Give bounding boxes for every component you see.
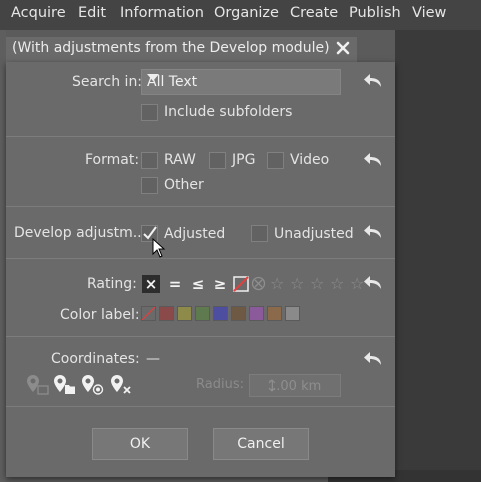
chevron-down-icon <box>147 74 159 82</box>
color-label-label: Color label: <box>60 307 140 323</box>
radius-label: Radius: <box>196 377 244 392</box>
unadjusted-label: Unadjusted <box>274 226 354 242</box>
tab-label: (With adjustments from the Develop modul… <box>12 40 330 56</box>
coordinates-label: Coordinates: <box>51 351 140 367</box>
menu-bar: Acquire Edit Information Organize Create… <box>0 0 481 30</box>
rating-star-icon[interactable]: ☆ <box>290 274 304 293</box>
cancel-button[interactable]: Cancel <box>213 428 309 460</box>
reset-format-icon[interactable] <box>362 150 384 170</box>
rating-star-icon[interactable]: ☆ <box>310 274 324 293</box>
rating-unrated-icon[interactable] <box>233 276 249 292</box>
rating-star-icon[interactable]: ☆ <box>330 274 344 293</box>
rating-less-equal-button[interactable]: ≤ <box>189 275 207 293</box>
unadjusted-checkbox[interactable] <box>251 225 268 242</box>
menu-publish[interactable]: Publish <box>349 5 401 21</box>
format-other-label: Other <box>164 177 204 193</box>
divider <box>6 258 395 259</box>
color-label-swatch[interactable] <box>249 306 264 321</box>
background-panel <box>395 30 481 482</box>
color-label-swatch[interactable] <box>177 306 192 321</box>
divider <box>6 406 395 407</box>
map-pin-remove-icon[interactable] <box>110 374 134 396</box>
include-subfolders-checkbox[interactable] <box>141 104 158 121</box>
filter-tab[interactable]: (With adjustments from the Develop modul… <box>6 37 357 62</box>
menu-organize[interactable]: Organize <box>214 5 279 21</box>
color-label-swatch[interactable] <box>285 306 300 321</box>
menu-acquire[interactable]: Acquire <box>11 5 66 21</box>
color-label-swatch[interactable] <box>159 306 174 321</box>
divider <box>6 336 395 337</box>
rating-star-icon[interactable]: ☆ <box>270 274 284 293</box>
ok-button[interactable]: OK <box>92 428 188 460</box>
rating-clear-button[interactable]: × <box>142 275 160 293</box>
format-other-checkbox[interactable] <box>141 177 158 194</box>
color-label-swatch[interactable] <box>231 306 246 321</box>
reset-search-icon[interactable] <box>362 71 384 91</box>
develop-adjustments-label: Develop adjustm... <box>14 225 147 241</box>
search-in-select[interactable]: All Text <box>141 69 341 95</box>
divider <box>6 206 395 207</box>
format-jpg-label: JPG <box>232 152 256 168</box>
radius-input[interactable]: 1.00 km <box>249 374 341 397</box>
menu-view[interactable]: View <box>412 5 446 21</box>
filter-dialog: Search in: All Text Include subfolders F… <box>6 62 395 477</box>
reset-develop-icon[interactable] <box>362 222 384 242</box>
format-raw-checkbox[interactable] <box>141 152 158 169</box>
radius-stepper-icon[interactable] <box>268 378 276 393</box>
coordinates-value: — <box>146 351 160 367</box>
reset-coordinates-icon[interactable] <box>362 349 384 369</box>
format-label: Format: <box>85 152 140 168</box>
map-pin-folder-icon[interactable] <box>53 374 77 396</box>
map-pin-target-icon[interactable] <box>81 374 105 396</box>
mouse-cursor-icon <box>152 238 166 258</box>
color-label-swatch[interactable] <box>267 306 282 321</box>
search-in-label: Search in: <box>72 74 143 90</box>
include-subfolders-label: Include subfolders <box>164 104 293 120</box>
color-label-swatch[interactable] <box>195 306 210 321</box>
color-label-swatch[interactable] <box>213 306 228 321</box>
reset-rating-icon[interactable] <box>362 273 384 293</box>
close-icon[interactable] <box>335 40 351 56</box>
menu-create[interactable]: Create <box>290 5 338 21</box>
format-video-label: Video <box>290 152 330 168</box>
menu-information[interactable]: Information <box>120 5 204 21</box>
rating-label: Rating: <box>87 276 137 292</box>
rating-equal-button[interactable]: = <box>166 275 184 293</box>
format-raw-label: RAW <box>164 152 196 168</box>
format-video-checkbox[interactable] <box>267 152 284 169</box>
map-pin-photo-icon <box>26 374 50 396</box>
color-label-none-swatch[interactable] <box>141 306 156 321</box>
menu-edit[interactable]: Edit <box>78 5 106 21</box>
format-jpg-checkbox[interactable] <box>209 152 226 169</box>
rating-rejected-icon[interactable] <box>251 276 266 291</box>
rating-greater-equal-button[interactable]: ≥ <box>211 275 229 293</box>
adjusted-label: Adjusted <box>164 226 226 242</box>
divider <box>6 136 395 137</box>
